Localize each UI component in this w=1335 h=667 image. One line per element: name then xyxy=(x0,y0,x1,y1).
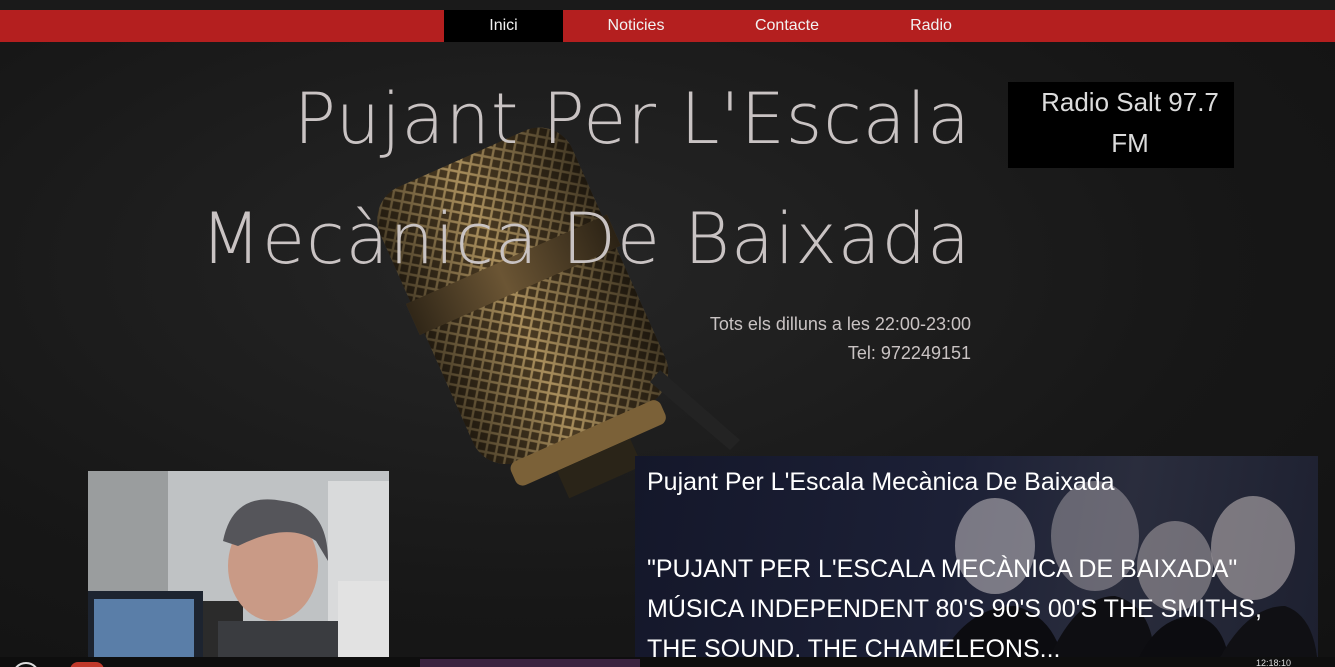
news-card[interactable]: Pujant Per L'Escala Mecànica De Baixada … xyxy=(635,456,1318,667)
station-band: FM xyxy=(1111,128,1149,158)
card-description: "PUJANT PER L'ESCALA MECÀNICA DE BAIXADA… xyxy=(647,555,1262,663)
nav-item-noticies[interactable]: Noticies xyxy=(580,10,692,42)
taskbar-window[interactable] xyxy=(420,659,640,667)
nav-item-radio[interactable]: Radio xyxy=(895,10,967,42)
host-photo xyxy=(88,471,389,667)
main-nav: Inici Noticies Contacte Radio xyxy=(0,10,1335,42)
page-title-line1: Pujant Per L'Escala xyxy=(293,78,971,160)
taskbar-clock: 12:18:10 xyxy=(1256,658,1292,667)
nav-item-inici[interactable]: Inici xyxy=(444,10,563,42)
taskbar: 12:18:10 xyxy=(0,657,1335,667)
app-icon[interactable] xyxy=(70,662,104,667)
card-title[interactable]: Pujant Per L'Escala Mecànica De Baixada xyxy=(647,468,1115,497)
station-badge: Radio Salt 97.7 FM xyxy=(1008,82,1234,168)
page: Inici Noticies Contacte Radio Pujant Per… xyxy=(0,0,1335,667)
phone-text: Tel: 972249151 xyxy=(847,343,971,363)
page-title-line2: Mecànica De Baixada xyxy=(200,198,971,280)
nav-item-contacte[interactable]: Contacte xyxy=(735,10,839,42)
microphone-image xyxy=(377,127,740,499)
top-strip xyxy=(0,0,1335,10)
station-name: Radio Salt 97.7 xyxy=(1041,87,1219,117)
schedule-text: Tots els dilluns a les 22:00-23:00 xyxy=(709,314,971,334)
start-icon[interactable] xyxy=(12,662,40,667)
